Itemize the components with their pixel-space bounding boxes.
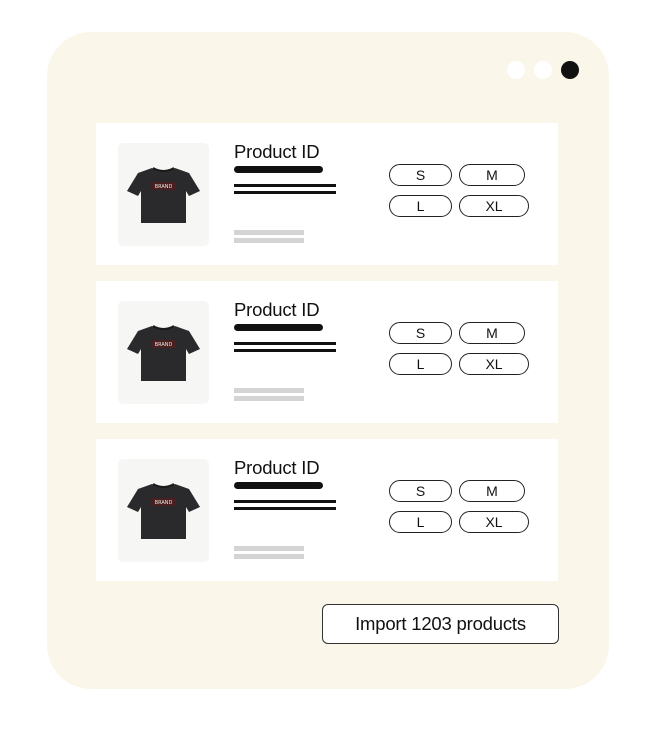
product-title: Product ID bbox=[234, 299, 320, 320]
product-thumbnail: BRAND bbox=[118, 459, 209, 562]
window-controls bbox=[507, 61, 579, 79]
size-option-l[interactable]: L bbox=[389, 511, 452, 533]
text-placeholder bbox=[234, 396, 304, 401]
window-dot-active[interactable] bbox=[561, 61, 579, 79]
product-thumbnail: BRAND bbox=[118, 143, 209, 246]
size-option-m[interactable]: M bbox=[459, 322, 525, 344]
window-dot[interactable] bbox=[507, 61, 525, 79]
size-option-s[interactable]: S bbox=[389, 480, 452, 502]
product-title: Product ID bbox=[234, 141, 320, 162]
tshirt-icon: BRAND bbox=[127, 167, 200, 223]
text-placeholder bbox=[234, 482, 323, 489]
tshirt-icon: BRAND bbox=[127, 483, 200, 539]
text-placeholder bbox=[234, 349, 336, 352]
size-option-s[interactable]: S bbox=[389, 164, 452, 186]
product-card[interactable]: BRAND Product ID S M L XL bbox=[96, 123, 558, 265]
product-card[interactable]: BRAND Product ID S M L XL bbox=[96, 439, 558, 581]
size-option-m[interactable]: M bbox=[459, 480, 525, 502]
text-placeholder bbox=[234, 230, 304, 235]
text-placeholder bbox=[234, 500, 336, 503]
size-option-l[interactable]: L bbox=[389, 195, 452, 217]
text-placeholder bbox=[234, 184, 336, 187]
svg-text:BRAND: BRAND bbox=[155, 500, 173, 506]
svg-text:BRAND: BRAND bbox=[155, 342, 173, 348]
text-placeholder bbox=[234, 342, 336, 345]
size-option-m[interactable]: M bbox=[459, 164, 525, 186]
size-option-s[interactable]: S bbox=[389, 322, 452, 344]
text-placeholder bbox=[234, 191, 336, 194]
text-placeholder bbox=[234, 324, 323, 331]
product-thumbnail: BRAND bbox=[118, 301, 209, 404]
text-placeholder bbox=[234, 554, 304, 559]
size-option-xl[interactable]: XL bbox=[459, 195, 529, 217]
window-dot[interactable] bbox=[534, 61, 552, 79]
tshirt-icon: BRAND bbox=[127, 325, 200, 381]
svg-text:BRAND: BRAND bbox=[155, 184, 173, 190]
text-placeholder bbox=[234, 166, 323, 173]
size-option-xl[interactable]: XL bbox=[459, 511, 529, 533]
app-window: BRAND Product ID S M L XL BRAND Product … bbox=[47, 32, 609, 689]
import-products-button[interactable]: Import 1203 products bbox=[322, 604, 559, 644]
product-card[interactable]: BRAND Product ID S M L XL bbox=[96, 281, 558, 423]
product-title: Product ID bbox=[234, 457, 320, 478]
text-placeholder bbox=[234, 238, 304, 243]
size-option-l[interactable]: L bbox=[389, 353, 452, 375]
text-placeholder bbox=[234, 507, 336, 510]
text-placeholder bbox=[234, 388, 304, 393]
text-placeholder bbox=[234, 546, 304, 551]
size-option-xl[interactable]: XL bbox=[459, 353, 529, 375]
